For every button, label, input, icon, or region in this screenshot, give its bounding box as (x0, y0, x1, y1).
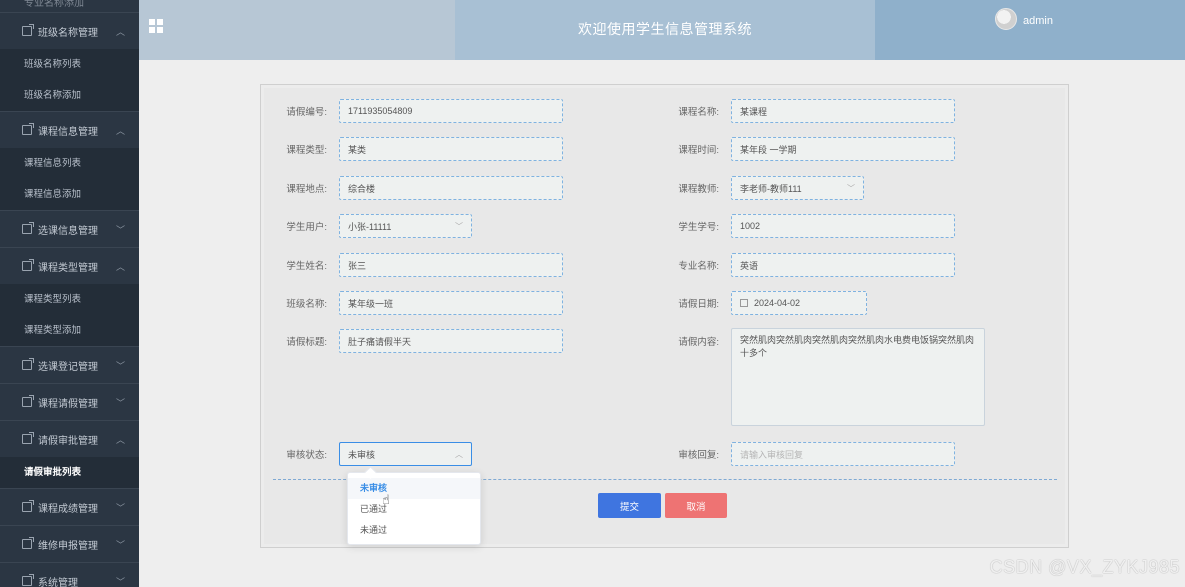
row-course-teacher: 课程教师: 李老师-教师111 ﹀ (665, 175, 864, 201)
dropdown-option-approved[interactable]: 已通过 (348, 499, 480, 520)
row-major-name: 专业名称: 英语 (665, 252, 955, 278)
sidebar-group-selection[interactable]: 选课信息管理 ﹀ (0, 210, 139, 247)
dropdown-option-rejected[interactable]: 未通过 (348, 520, 480, 541)
row-course-name: 课程名称: 某课程 (665, 98, 955, 124)
watermark: CSDN @VX_ZYKJ985 (989, 557, 1180, 577)
chevron-down-icon: ﹀ (115, 398, 125, 408)
row-student-no: 学生学号: 1002 (665, 213, 955, 239)
student-no-field[interactable]: 1002 (731, 214, 955, 238)
row-leave-date: 请假日期: 2024-04-02 (665, 290, 867, 316)
sidebar-group-grades[interactable]: 课程成绩管理 ﹀ (0, 488, 139, 525)
review-reply-field[interactable]: 请输入审核回复 (731, 442, 955, 466)
chevron-down-icon: ﹀ (115, 540, 125, 550)
submit-button[interactable]: 提交 (598, 493, 661, 518)
edit-icon (22, 123, 34, 135)
chevron-down-icon: ﹀ (115, 225, 125, 235)
sidebar-group-course-type[interactable]: 课程类型管理 ︿ (0, 247, 139, 284)
top-header: 欢迎使用学生信息管理系统 admin (139, 0, 1185, 60)
row-leave-content: 请假内容: 突然肌肉突然肌肉突然肌肉突然肌肉水电费电饭锅突然肌肉十多个 (665, 328, 985, 426)
review-status-select[interactable]: 未审核 ︿ (339, 442, 472, 466)
edit-icon (22, 358, 34, 370)
row-course-time: 课程时间: 某年段 一学期 (665, 136, 955, 162)
sidebar-group-course-info[interactable]: 课程信息管理 ︿ (0, 111, 139, 148)
image-icon (22, 574, 34, 586)
chevron-down-icon: ﹀ (115, 361, 125, 371)
student-name-field[interactable]: 张三 (339, 253, 563, 277)
row-class-name: 班级名称: 某年级一班 (273, 290, 563, 316)
chevron-up-icon: ︿ (455, 450, 463, 459)
chevron-down-icon: ﹀ (847, 184, 855, 193)
sidebar-item-course-list[interactable]: 课程信息列表 (0, 148, 139, 179)
course-name-field[interactable]: 某课程 (731, 99, 955, 123)
hand-cursor-icon: ☝ (382, 492, 390, 507)
major-name-field[interactable]: 英语 (731, 253, 955, 277)
chevron-up-icon: ︿ (115, 262, 125, 272)
leave-no-field[interactable]: 1711935054809 (339, 99, 563, 123)
row-student-user: 学生用户: 小张-11111 ﹀ (273, 213, 472, 239)
edit-icon (22, 259, 34, 271)
course-time-field[interactable]: 某年段 一学期 (731, 137, 955, 161)
review-status-dropdown: 未审核 已通过 未通过 (347, 472, 481, 545)
menu-toggle-icon[interactable] (149, 19, 163, 33)
course-type-field[interactable]: 某类 (339, 137, 563, 161)
chevron-up-icon: ︿ (115, 27, 125, 37)
course-place-field[interactable]: 综合楼 (339, 176, 563, 200)
sidebar-group-leave-approval[interactable]: 请假审批管理 ︿ (0, 420, 139, 457)
sidebar-item-class-add[interactable]: 班级名称添加 (0, 80, 139, 111)
sidebar-group-registration[interactable]: 选课登记管理 ﹀ (0, 346, 139, 383)
leave-title-field[interactable]: 肚子痛请假半天 (339, 329, 563, 353)
username[interactable]: admin (1023, 15, 1053, 27)
sidebar-item-approval-list[interactable]: 请假审批列表 (0, 457, 139, 488)
main-content: 请假编号: 1711935054809 课程类型: 某类 课程地点: 综合楼 学… (139, 60, 1185, 587)
row-review-reply: 审核回复: 请输入审核回复 (665, 441, 955, 467)
chevron-down-icon: ﹀ (455, 222, 463, 231)
edit-icon (22, 537, 34, 549)
sidebar-item-course-add[interactable]: 课程信息添加 (0, 179, 139, 210)
edit-icon (22, 500, 34, 512)
sidebar-group-system[interactable]: 系统管理 ﹀ (0, 562, 139, 587)
sidebar-item-type-list[interactable]: 课程类型列表 (0, 284, 139, 315)
row-leave-title: 请假标题: 肚子痛请假半天 (273, 328, 563, 354)
class-name-field[interactable]: 某年级一班 (339, 291, 563, 315)
row-review-status: 审核状态: 未审核 ︿ (273, 441, 472, 467)
cancel-button[interactable]: 取消 (665, 493, 727, 518)
edit-icon (22, 222, 34, 234)
avatar[interactable] (995, 8, 1017, 30)
page-title: 欢迎使用学生信息管理系统 (578, 21, 752, 37)
sidebar-group-leave[interactable]: 课程请假管理 ﹀ (0, 383, 139, 420)
dropdown-option-pending[interactable]: 未审核 (348, 478, 480, 499)
sidebar-group-repair[interactable]: 维修申报管理 ﹀ (0, 525, 139, 562)
sidebar-item-class-list[interactable]: 班级名称列表 (0, 49, 139, 80)
row-student-name: 学生姓名: 张三 (273, 252, 563, 278)
chevron-down-icon: ﹀ (115, 577, 125, 587)
chevron-up-icon: ︿ (115, 435, 125, 445)
sidebar-item-type-add[interactable]: 课程类型添加 (0, 315, 139, 346)
edit-icon (22, 432, 34, 444)
course-teacher-select[interactable]: 李老师-教师111 ﹀ (731, 176, 864, 200)
leave-date-picker[interactable]: 2024-04-02 (731, 291, 867, 315)
sidebar-cut-item[interactable]: 专业名称添加 (0, 0, 139, 12)
student-user-select[interactable]: 小张-11111 ﹀ (339, 214, 472, 238)
sidebar: 专业名称添加 班级名称管理 ︿ 班级名称列表 班级名称添加 课程信息管理 ︿ 课程信… (0, 0, 139, 587)
edit-icon (22, 395, 34, 407)
row-leave-no: 请假编号: 1711935054809 (273, 98, 563, 124)
chevron-up-icon: ︿ (115, 126, 125, 136)
row-course-type: 课程类型: 某类 (273, 136, 563, 162)
sidebar-group-class[interactable]: 班级名称管理 ︿ (0, 12, 139, 49)
leave-content-textarea[interactable]: 突然肌肉突然肌肉突然肌肉突然肌肉水电费电饭锅突然肌肉十多个 (731, 328, 985, 426)
edit-icon (22, 24, 34, 36)
row-course-place: 课程地点: 综合楼 (273, 175, 563, 201)
calendar-icon (740, 299, 748, 307)
chevron-down-icon: ﹀ (115, 503, 125, 513)
